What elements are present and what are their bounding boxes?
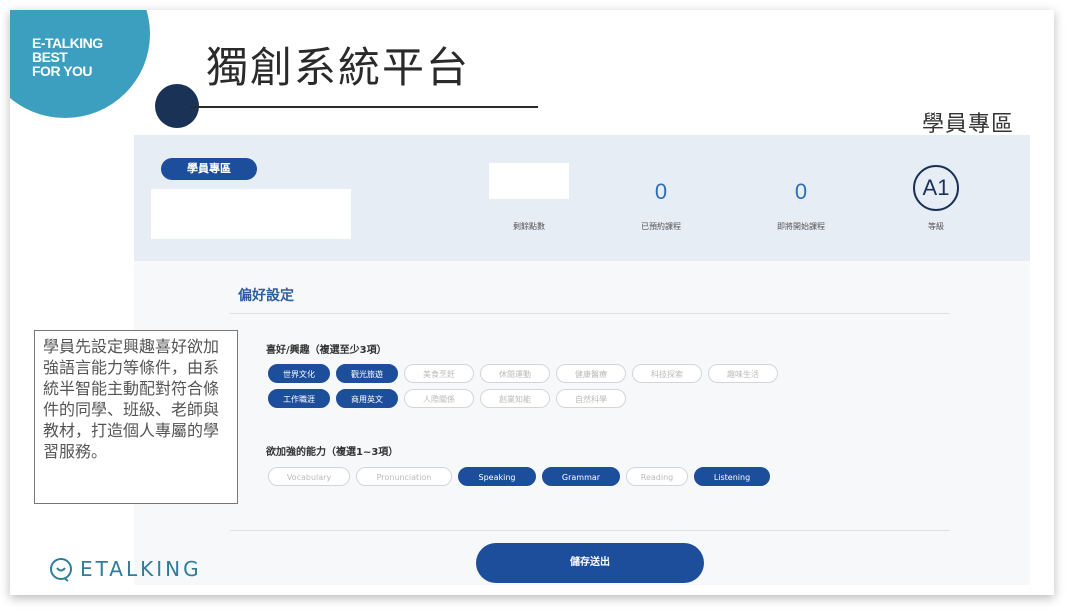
interest-tag[interactable]: 商用英文 [336,389,398,408]
interest-tag[interactable]: 人際關係 [404,389,474,408]
level-badge: A1 [913,165,959,211]
interest-tag[interactable]: 世界文化 [268,364,330,383]
student-area-badge: 學員專區 [161,158,257,180]
skill-tag[interactable]: Grammar [542,467,620,486]
skill-tag[interactable]: Pronunciation [356,467,452,486]
skills-label: 欲加強的能力（複選1~3項） [266,447,399,458]
slide: E-TALKING BEST FOR YOU 獨創系統平台 學員專區 學員專區 … [10,10,1054,595]
interest-tag[interactable]: 健康醫療 [556,364,626,383]
upcoming-count: 0 [794,179,808,204]
interest-tag[interactable]: 科技探索 [632,364,702,383]
skill-tag-group: Vocabulary Pronunciation Speaking Grammar Re… [268,467,888,486]
stats-bar: 學員專區 剩餘點數 0 已預約課程 0 即將開始課程 A1 等級 [134,135,1030,261]
interest-tag[interactable]: 美食烹飪 [404,364,474,383]
student-panel: 學員專區 剩餘點數 0 已預約課程 0 即將開始課程 A1 等級 偏好設定 喜好… [134,135,1030,585]
level-label: 等級 [928,222,944,231]
annotation-callout: 學員先設定興趣喜好欲加強語言能力等條件，由系統半智能主動配對符合條件的同學、班級… [34,330,238,504]
points-value-box [489,163,569,199]
chat-bubble-icon [50,558,72,582]
interest-tag[interactable]: 自然科學 [556,389,626,408]
preferences-title: 偏好設定 [238,288,294,304]
bottom-divider [230,530,950,531]
etalking-logo: ETALKING [48,556,202,582]
brand-slogan: E-TALKING BEST FOR YOU [32,35,103,79]
points-label: 剩餘點數 [513,222,545,231]
preferences-divider [230,313,950,314]
skill-tag[interactable]: Speaking [458,467,536,486]
page-title: 獨創系統平台 [206,43,471,92]
student-name-box [151,189,351,239]
booked-count: 0 [654,179,668,204]
interests-label: 喜好/興趣（複選至少3項） [266,345,387,356]
interest-tag[interactable]: 創業知能 [480,389,550,408]
interest-tag[interactable]: 休閒運動 [480,364,550,383]
interest-tag[interactable]: 趣味生活 [708,364,778,383]
title-underline [190,106,538,108]
booked-label: 已預約課程 [641,222,681,231]
skill-tag[interactable]: Listening [694,467,770,486]
upcoming-label: 即將開始課程 [777,222,825,231]
skill-tag[interactable]: Vocabulary [268,467,350,486]
save-submit-button[interactable]: 儲存送出 [476,543,704,583]
area-label: 學員專區 [921,112,1014,137]
interest-tag[interactable]: 觀光旅遊 [336,364,398,383]
interest-tag[interactable]: 工作職涯 [268,389,330,408]
interest-tag-group: 世界文化 觀光旅遊 美食烹飪 休閒運動 健康醫療 科技探索 趣味生活工作職涯 商用英文 人際關係… [268,364,828,408]
logo-text: ETALKING [80,557,202,581]
skill-tag[interactable]: Reading [626,467,688,486]
